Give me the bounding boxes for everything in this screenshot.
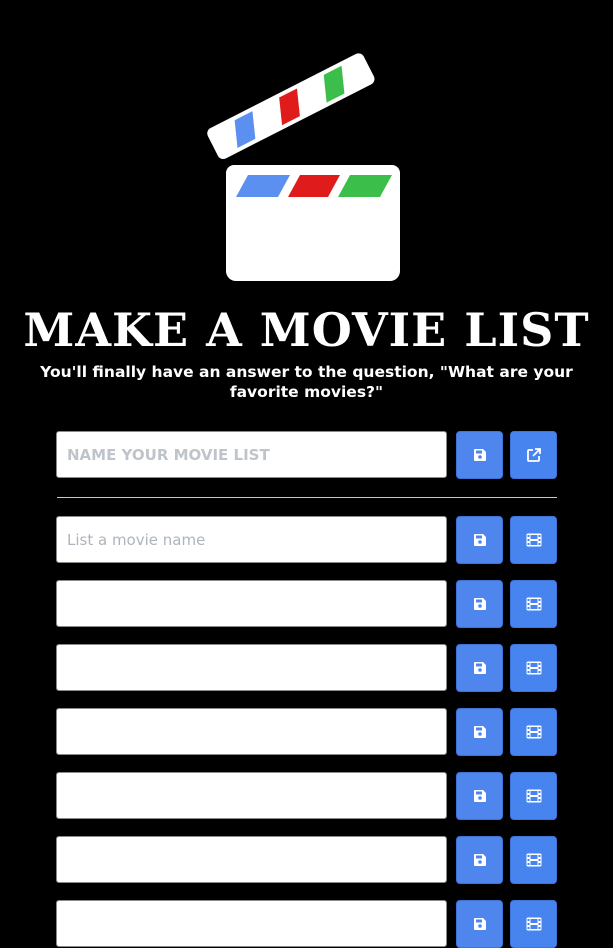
film-icon bbox=[526, 789, 541, 803]
movie-name-input[interactable] bbox=[56, 900, 447, 947]
film-icon bbox=[526, 533, 541, 547]
movie-details-button[interactable] bbox=[510, 516, 557, 564]
movie-details-button[interactable] bbox=[510, 644, 557, 692]
save-movie-button[interactable] bbox=[456, 772, 503, 820]
page-title: MAKE A MOVIE LIST bbox=[23, 303, 590, 357]
save-icon bbox=[473, 598, 486, 610]
film-icon bbox=[526, 661, 541, 675]
movie-details-button[interactable] bbox=[510, 836, 557, 884]
movie-details-button[interactable] bbox=[510, 708, 557, 756]
save-movie-button[interactable] bbox=[456, 516, 503, 564]
save-icon bbox=[473, 918, 486, 930]
clapperboard-icon bbox=[207, 53, 400, 281]
save-icon bbox=[473, 534, 486, 546]
movie-name-input[interactable] bbox=[56, 580, 447, 627]
save-movie-button[interactable] bbox=[456, 708, 503, 756]
list-name-input[interactable] bbox=[56, 431, 447, 478]
movie-details-button[interactable] bbox=[510, 900, 557, 948]
movie-details-button[interactable] bbox=[510, 772, 557, 820]
save-icon bbox=[473, 449, 486, 461]
movie-name-input[interactable] bbox=[56, 644, 447, 691]
divider bbox=[57, 497, 557, 498]
save-icon bbox=[473, 726, 486, 738]
save-movie-button[interactable] bbox=[456, 900, 503, 948]
save-movie-button[interactable] bbox=[456, 836, 503, 884]
movie-row bbox=[56, 516, 558, 564]
film-icon bbox=[526, 853, 541, 867]
film-icon bbox=[526, 597, 541, 611]
save-list-name-button[interactable] bbox=[456, 431, 503, 479]
movie-name-input[interactable] bbox=[56, 772, 447, 819]
film-icon bbox=[526, 917, 541, 931]
share-list-button[interactable] bbox=[510, 431, 557, 479]
movie-details-button[interactable] bbox=[510, 580, 557, 628]
movie-row bbox=[56, 900, 558, 948]
save-icon bbox=[473, 662, 486, 674]
external-link-icon bbox=[526, 448, 541, 462]
save-icon bbox=[473, 790, 486, 802]
page-subtitle: You'll finally have an answer to the que… bbox=[40, 363, 573, 401]
list-name-row bbox=[56, 431, 558, 479]
movie-row bbox=[56, 708, 558, 756]
movie-name-input[interactable] bbox=[56, 836, 447, 883]
movie-row bbox=[56, 772, 558, 820]
save-movie-button[interactable] bbox=[456, 644, 503, 692]
movie-name-input[interactable] bbox=[56, 516, 447, 563]
save-movie-button[interactable] bbox=[456, 580, 503, 628]
movie-name-input[interactable] bbox=[56, 708, 447, 755]
save-icon bbox=[473, 854, 486, 866]
movie-row bbox=[56, 580, 558, 628]
film-icon bbox=[526, 725, 541, 739]
movie-row bbox=[56, 644, 558, 692]
movie-row bbox=[56, 836, 558, 884]
